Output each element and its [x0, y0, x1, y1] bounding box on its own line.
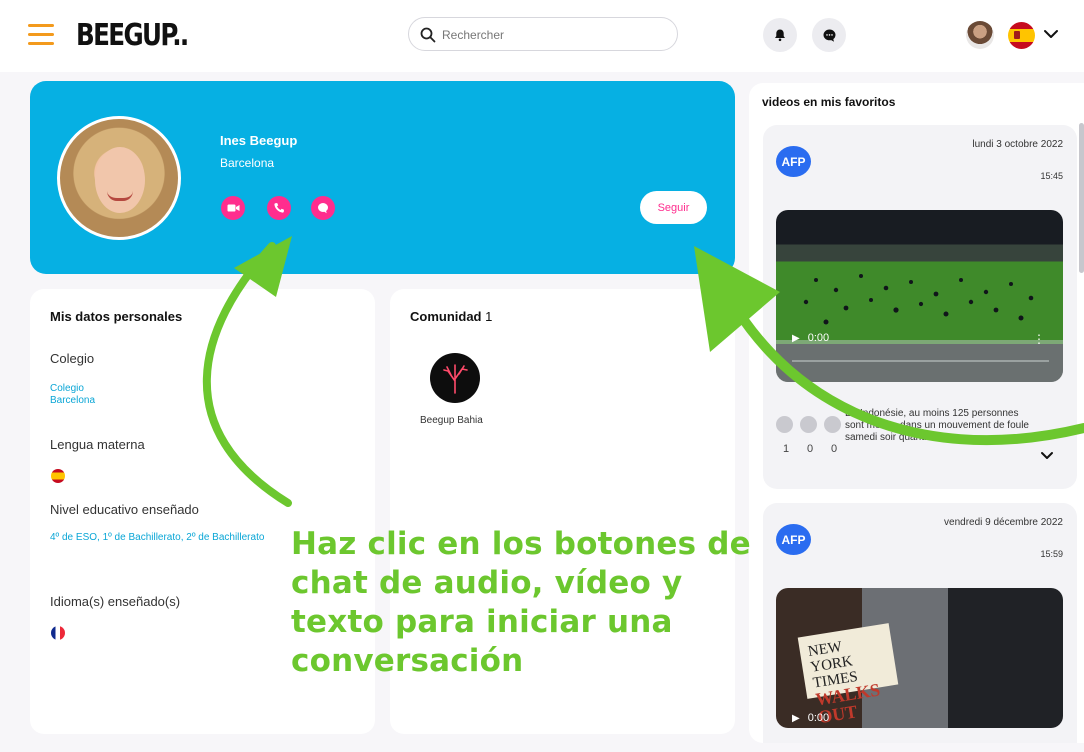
panel-title: Comunidad 1	[410, 309, 492, 324]
panel-title: Mis datos personales	[50, 309, 183, 324]
profile-name: Ines Beegup	[220, 133, 298, 148]
video-card: AFP vendredi 9 décembre 2022 15:59 NEW Y…	[763, 503, 1077, 743]
progress-bar[interactable]	[792, 360, 1049, 362]
player-time: 0:00	[807, 712, 830, 724]
share-icon[interactable]	[800, 416, 817, 433]
comment-icon[interactable]	[824, 416, 841, 433]
top-bar: BEEGUP..	[0, 0, 1084, 72]
flag-france-icon	[51, 626, 65, 640]
coral-icon	[443, 364, 468, 394]
source-logo: AFP	[776, 524, 811, 555]
play-icon: ▶	[792, 713, 800, 724]
video-player[interactable]: ▶ 0:00 ⋮	[776, 210, 1063, 382]
more-options-icon[interactable]: ⋮	[1033, 332, 1045, 346]
favorites-title: videos en mis favoritos	[762, 95, 896, 109]
profile-photo	[57, 116, 181, 240]
levels-value: 4º de ESO, 1º de Bachillerato, 2º de Bac…	[50, 532, 265, 543]
play-button[interactable]: ▶ 0:00	[792, 712, 829, 724]
community-count: 1	[485, 309, 493, 324]
school-name[interactable]: Colegio	[50, 383, 84, 395]
flag-spain-icon	[51, 469, 65, 483]
languages-label: Idioma(s) enseñado(s)	[50, 594, 181, 609]
mother-tongue-label: Lengua materna	[50, 437, 145, 452]
play-icon: ▶	[792, 333, 800, 344]
community-member-logo[interactable]	[430, 353, 480, 403]
crowd-graphic	[776, 274, 1063, 382]
scrollbar[interactable]	[1079, 123, 1084, 273]
level-label: Nivel educativo enseñado	[50, 502, 199, 517]
audio-call-button[interactable]	[267, 196, 291, 220]
bell-icon	[775, 29, 785, 42]
search-icon	[420, 27, 436, 43]
video-call-icon	[227, 204, 239, 212]
notifications-button[interactable]	[763, 18, 797, 52]
video-card: AFP lundi 3 octobre 2022 15:45 ▶ 0:00 ⋮ 1…	[763, 125, 1077, 489]
video-time: 15:45	[1040, 171, 1063, 181]
player-time: 0:00	[807, 332, 830, 344]
chat-icon	[822, 29, 835, 42]
video-date: lundi 3 octobre 2022	[972, 139, 1063, 150]
share-count: 0	[807, 443, 814, 455]
hamburger-icon[interactable]	[28, 24, 54, 46]
school-city[interactable]: Barcelona	[50, 395, 95, 407]
video-description: En Indonésie, au moins 125 personnes son…	[845, 408, 1029, 443]
like-count: 1	[783, 443, 790, 455]
annotation-callout: Haz clic en los botones de chat de audio…	[291, 526, 751, 679]
flag-spain-icon[interactable]	[1008, 22, 1035, 49]
video-time: 15:59	[1040, 549, 1063, 559]
play-button[interactable]: ▶ 0:00	[792, 332, 829, 344]
community-title: Comunidad	[410, 309, 482, 324]
text-chat-button[interactable]	[311, 196, 335, 220]
search-input[interactable]	[442, 26, 662, 44]
school-label: Colegio	[50, 351, 95, 366]
like-icon[interactable]	[776, 416, 793, 433]
chevron-down-icon[interactable]	[1040, 451, 1054, 461]
app-logo[interactable]: BEEGUP..	[76, 18, 189, 53]
video-call-button[interactable]	[221, 196, 245, 220]
follow-button[interactable]: Seguir	[640, 191, 707, 224]
video-player[interactable]: NEW YORK TIMES WALKS OUT ▶ 0:00	[776, 588, 1063, 728]
favorites-panel: videos en mis favoritos AFP lundi 3 octo…	[749, 83, 1084, 743]
comment-count: 0	[831, 443, 838, 455]
avatar[interactable]	[966, 21, 994, 49]
messages-button[interactable]	[812, 18, 846, 52]
chevron-down-icon[interactable]	[1043, 28, 1059, 40]
video-date: vendredi 9 décembre 2022	[944, 517, 1063, 528]
profile-city: Barcelona	[220, 156, 275, 170]
search-box[interactable]	[408, 17, 678, 51]
profile-card: Ines Beegup Barcelona Seguir	[30, 81, 735, 274]
community-member-name[interactable]: Beegup Bahia	[420, 415, 483, 426]
source-logo: AFP	[776, 146, 811, 177]
protest-sign: NEW YORK TIMES WALKS OUT	[797, 623, 899, 727]
phone-icon	[274, 203, 284, 213]
chat-icon	[318, 203, 328, 214]
